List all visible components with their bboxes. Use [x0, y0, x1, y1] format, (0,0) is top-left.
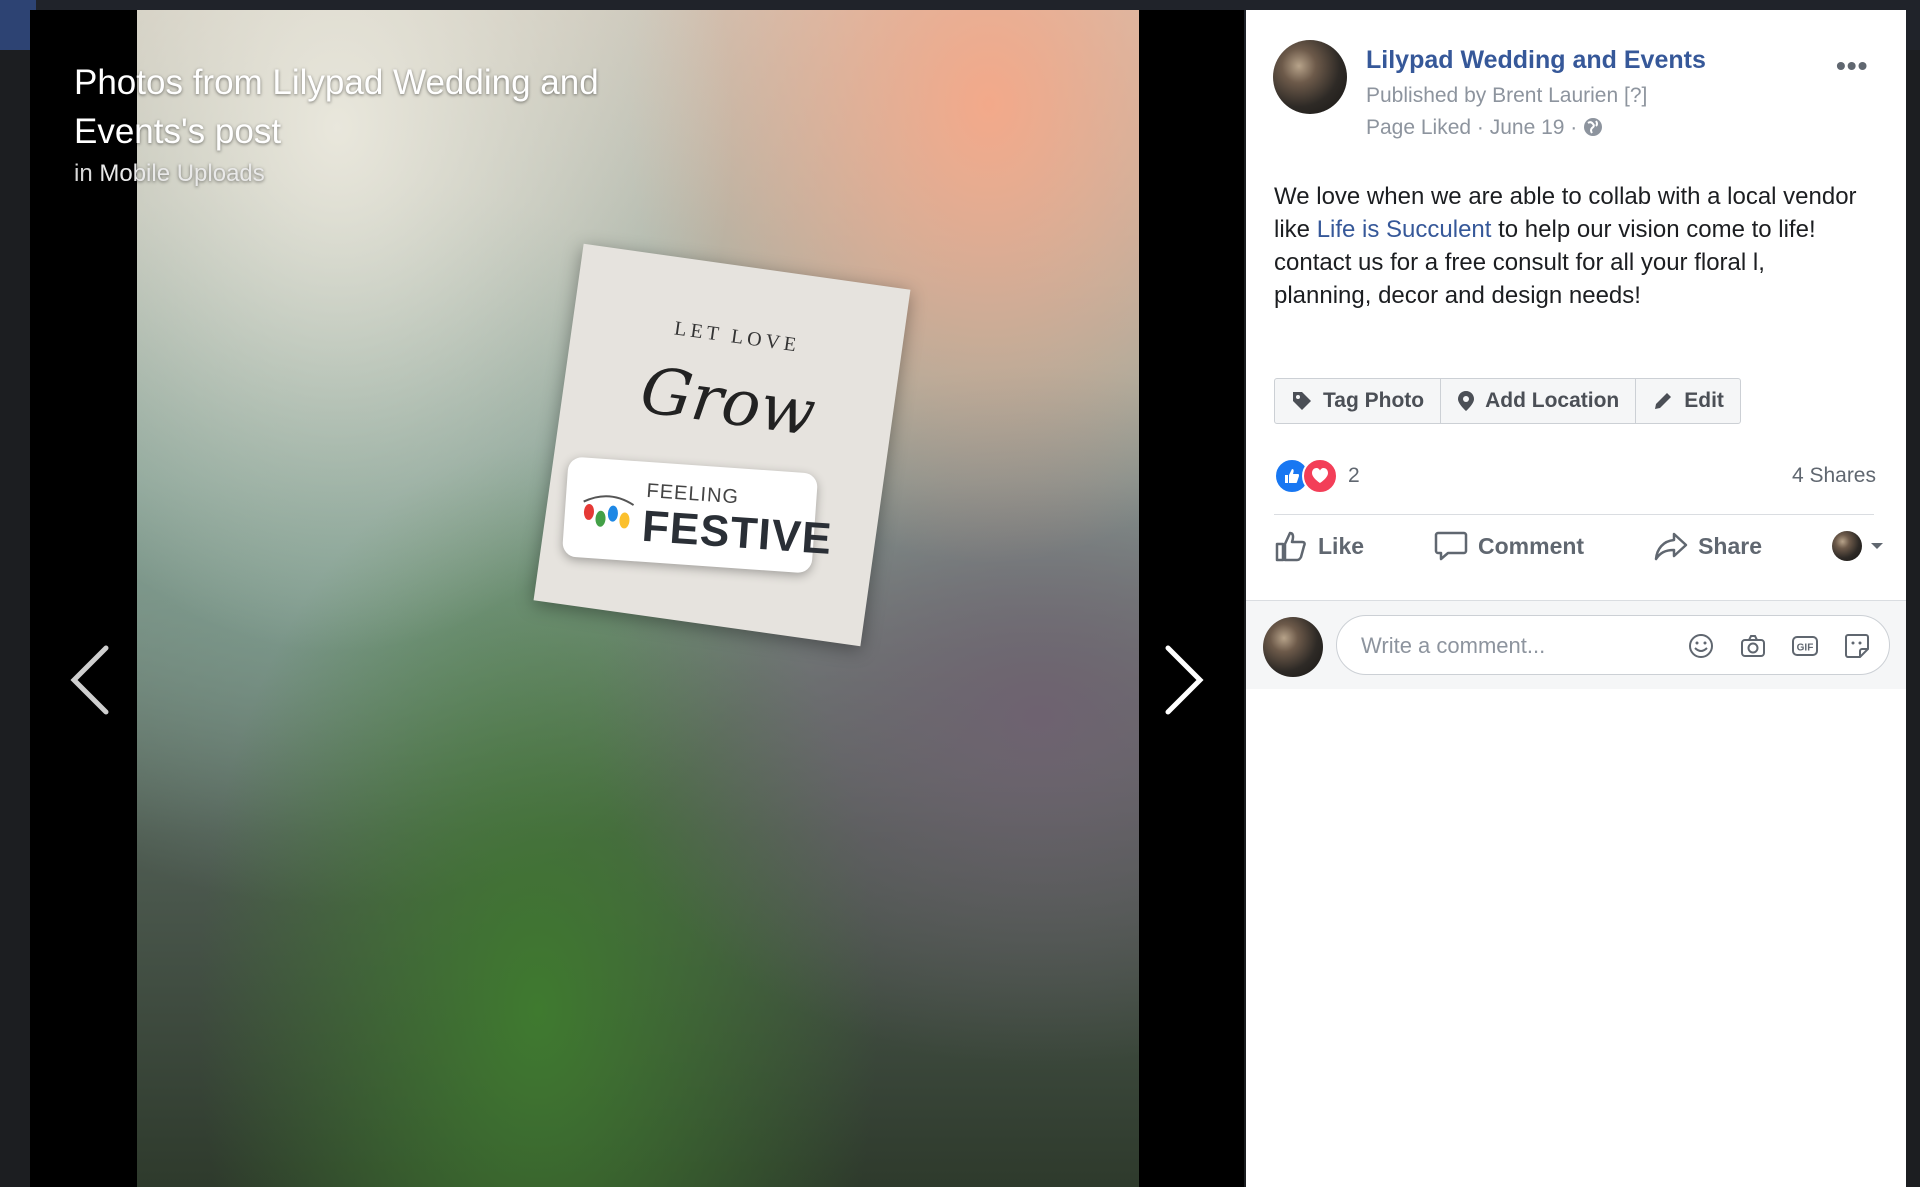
ufi-action-bar: Like Comment Share: [1274, 530, 1884, 562]
add-location-button[interactable]: Add Location: [1441, 379, 1637, 423]
help-marker[interactable]: [?]: [1624, 84, 1647, 107]
comment-bubble-icon: [1434, 531, 1468, 561]
comment-input[interactable]: [1359, 628, 1663, 664]
reactions-summary[interactable]: 2: [1274, 458, 1360, 494]
like-label: Like: [1318, 532, 1365, 559]
mention-link[interactable]: Life is Succulent: [1317, 216, 1492, 243]
photo-actions: Tag Photo Add Location Edit: [1274, 378, 1741, 424]
share-label: Share: [1698, 532, 1762, 559]
previous-photo-button[interactable]: [62, 640, 122, 720]
emoji-icon[interactable]: [1685, 630, 1717, 662]
comment-label: Comment: [1478, 532, 1585, 559]
share-arrow-icon: [1654, 532, 1688, 561]
reaction-count: 2: [1348, 464, 1360, 487]
album-link[interactable]: Mobile Uploads: [99, 160, 264, 187]
tag-photo-button[interactable]: Tag Photo: [1275, 379, 1442, 423]
like-button[interactable]: Like: [1274, 530, 1364, 562]
shares-count-link[interactable]: 4 Shares: [1792, 464, 1876, 488]
photo-title-line1: Photos from Lilypad Wedding and: [74, 63, 599, 102]
add-location-label: Add Location: [1485, 389, 1620, 412]
feeling-festive-sticker: FEELING FESTIVE: [561, 456, 834, 574]
photo-title-line2: Events's post: [74, 112, 282, 151]
edit-label: Edit: [1684, 389, 1724, 412]
page-avatar[interactable]: [1273, 40, 1347, 114]
published-by-text: Published by Brent Laurien: [1366, 84, 1619, 107]
location-pin-icon: [1458, 391, 1475, 411]
tag-photo-label: Tag Photo: [1323, 389, 1425, 412]
edit-button[interactable]: Edit: [1636, 379, 1740, 423]
page-name-link[interactable]: Lilypad Wedding and Events: [1366, 46, 1706, 75]
camera-icon[interactable]: [1737, 630, 1769, 662]
comment-composer: GIF: [1246, 600, 1906, 689]
post-meta-text: Page Liked · June 19 ·: [1366, 116, 1578, 139]
globe-icon: [1584, 118, 1603, 136]
comment-button[interactable]: Comment: [1434, 530, 1584, 562]
tag-icon: [1293, 392, 1311, 410]
post-sidebar: Lilypad Wedding and Events Published by …: [1246, 10, 1906, 1187]
comment-as-avatar: [1831, 531, 1862, 561]
album-line: in Mobile Uploads: [74, 160, 265, 188]
next-photo-button[interactable]: [1152, 640, 1212, 720]
more-options-button[interactable]: •••: [1836, 50, 1868, 82]
comment-as-selector[interactable]: [1831, 531, 1884, 561]
svg-text:GIF: GIF: [1797, 643, 1814, 654]
chevron-left-icon: [70, 645, 109, 715]
love-reaction-icon: [1302, 458, 1338, 494]
sticker-icon[interactable]: [1841, 630, 1873, 662]
photo-title: Photos from Lilypad Wedding and Events's…: [74, 58, 674, 156]
divider: [1274, 514, 1874, 515]
gif-icon[interactable]: GIF: [1789, 630, 1821, 662]
published-by: Published by Brent Laurien [?]: [1366, 84, 1647, 108]
commenter-avatar: [1263, 617, 1323, 677]
share-button[interactable]: Share: [1654, 530, 1762, 562]
pencil-icon: [1655, 393, 1672, 409]
comment-box[interactable]: GIF: [1336, 615, 1890, 675]
album-prefix: in: [74, 160, 93, 187]
post-message: We love when we are able to collab with …: [1274, 180, 1864, 312]
comment-tools: GIF: [1685, 630, 1873, 662]
caret-down-icon: [1870, 543, 1883, 549]
photo-card: LET LOVE Grow: [533, 243, 911, 647]
photo[interactable]: LET LOVE Grow FEELING FESTIVE: [137, 10, 1139, 1187]
thumbs-up-icon: [1275, 531, 1306, 562]
chevron-right-icon: [1165, 645, 1204, 715]
post-meta: Page Liked · June 19 ·: [1366, 116, 1603, 140]
string-lights-icon: [583, 495, 635, 529]
sticker-big-text: FESTIVE: [640, 501, 834, 564]
